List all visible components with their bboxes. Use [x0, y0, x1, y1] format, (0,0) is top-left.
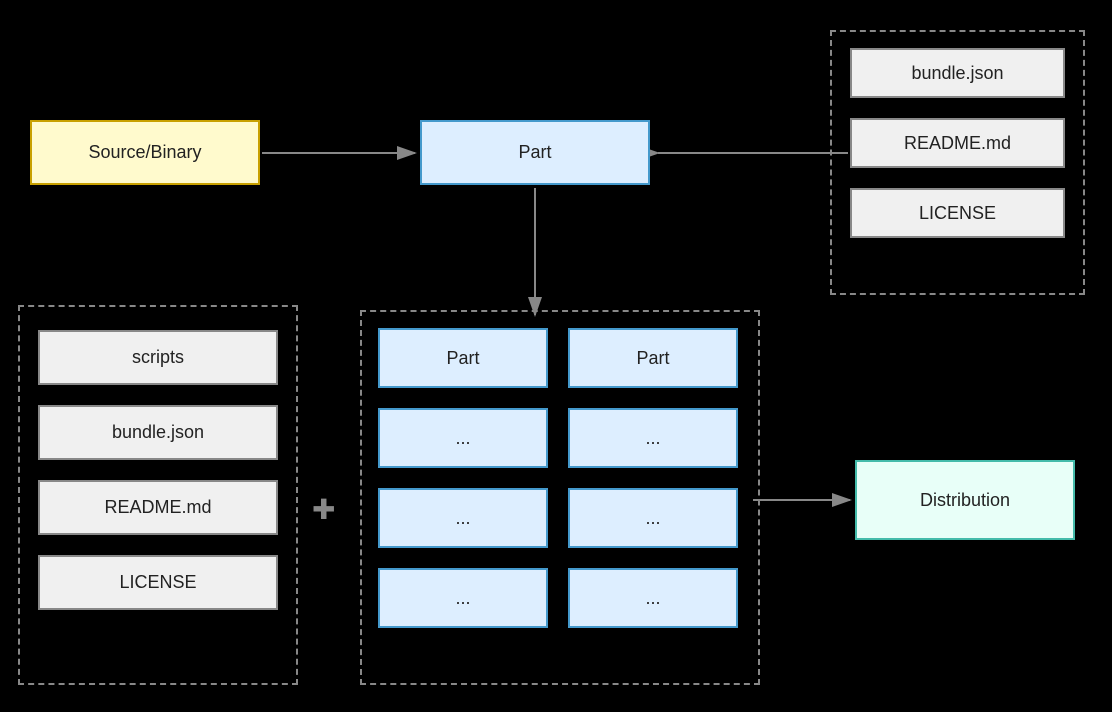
left-license: LICENSE	[38, 555, 278, 610]
top-right-bundle-json: bundle.json	[850, 48, 1065, 98]
grid-dots-r4c2: ...	[568, 568, 738, 628]
source-binary-label: Source/Binary	[88, 142, 201, 163]
part-top-label: Part	[518, 142, 551, 163]
grid-dots-r2c2: ...	[568, 408, 738, 468]
plus-sign: ✚	[312, 493, 335, 526]
top-right-license: LICENSE	[850, 188, 1065, 238]
distribution-label: Distribution	[920, 490, 1010, 511]
part-top-box: Part	[420, 120, 650, 185]
grid-part-r1c1: Part	[378, 328, 548, 388]
distribution-box: Distribution	[855, 460, 1075, 540]
left-bundle-json: bundle.json	[38, 405, 278, 460]
grid-dots-r3c1: ...	[378, 488, 548, 548]
left-scripts: scripts	[38, 330, 278, 385]
grid-dots-r4c1: ...	[378, 568, 548, 628]
grid-dots-r2c1: ...	[378, 408, 548, 468]
diagram: Source/Binary Part bundle.json README.md…	[0, 0, 1112, 712]
source-binary-box: Source/Binary	[30, 120, 260, 185]
grid-part-r1c2: Part	[568, 328, 738, 388]
grid-dots-r3c2: ...	[568, 488, 738, 548]
top-right-readme: README.md	[850, 118, 1065, 168]
left-readme: README.md	[38, 480, 278, 535]
